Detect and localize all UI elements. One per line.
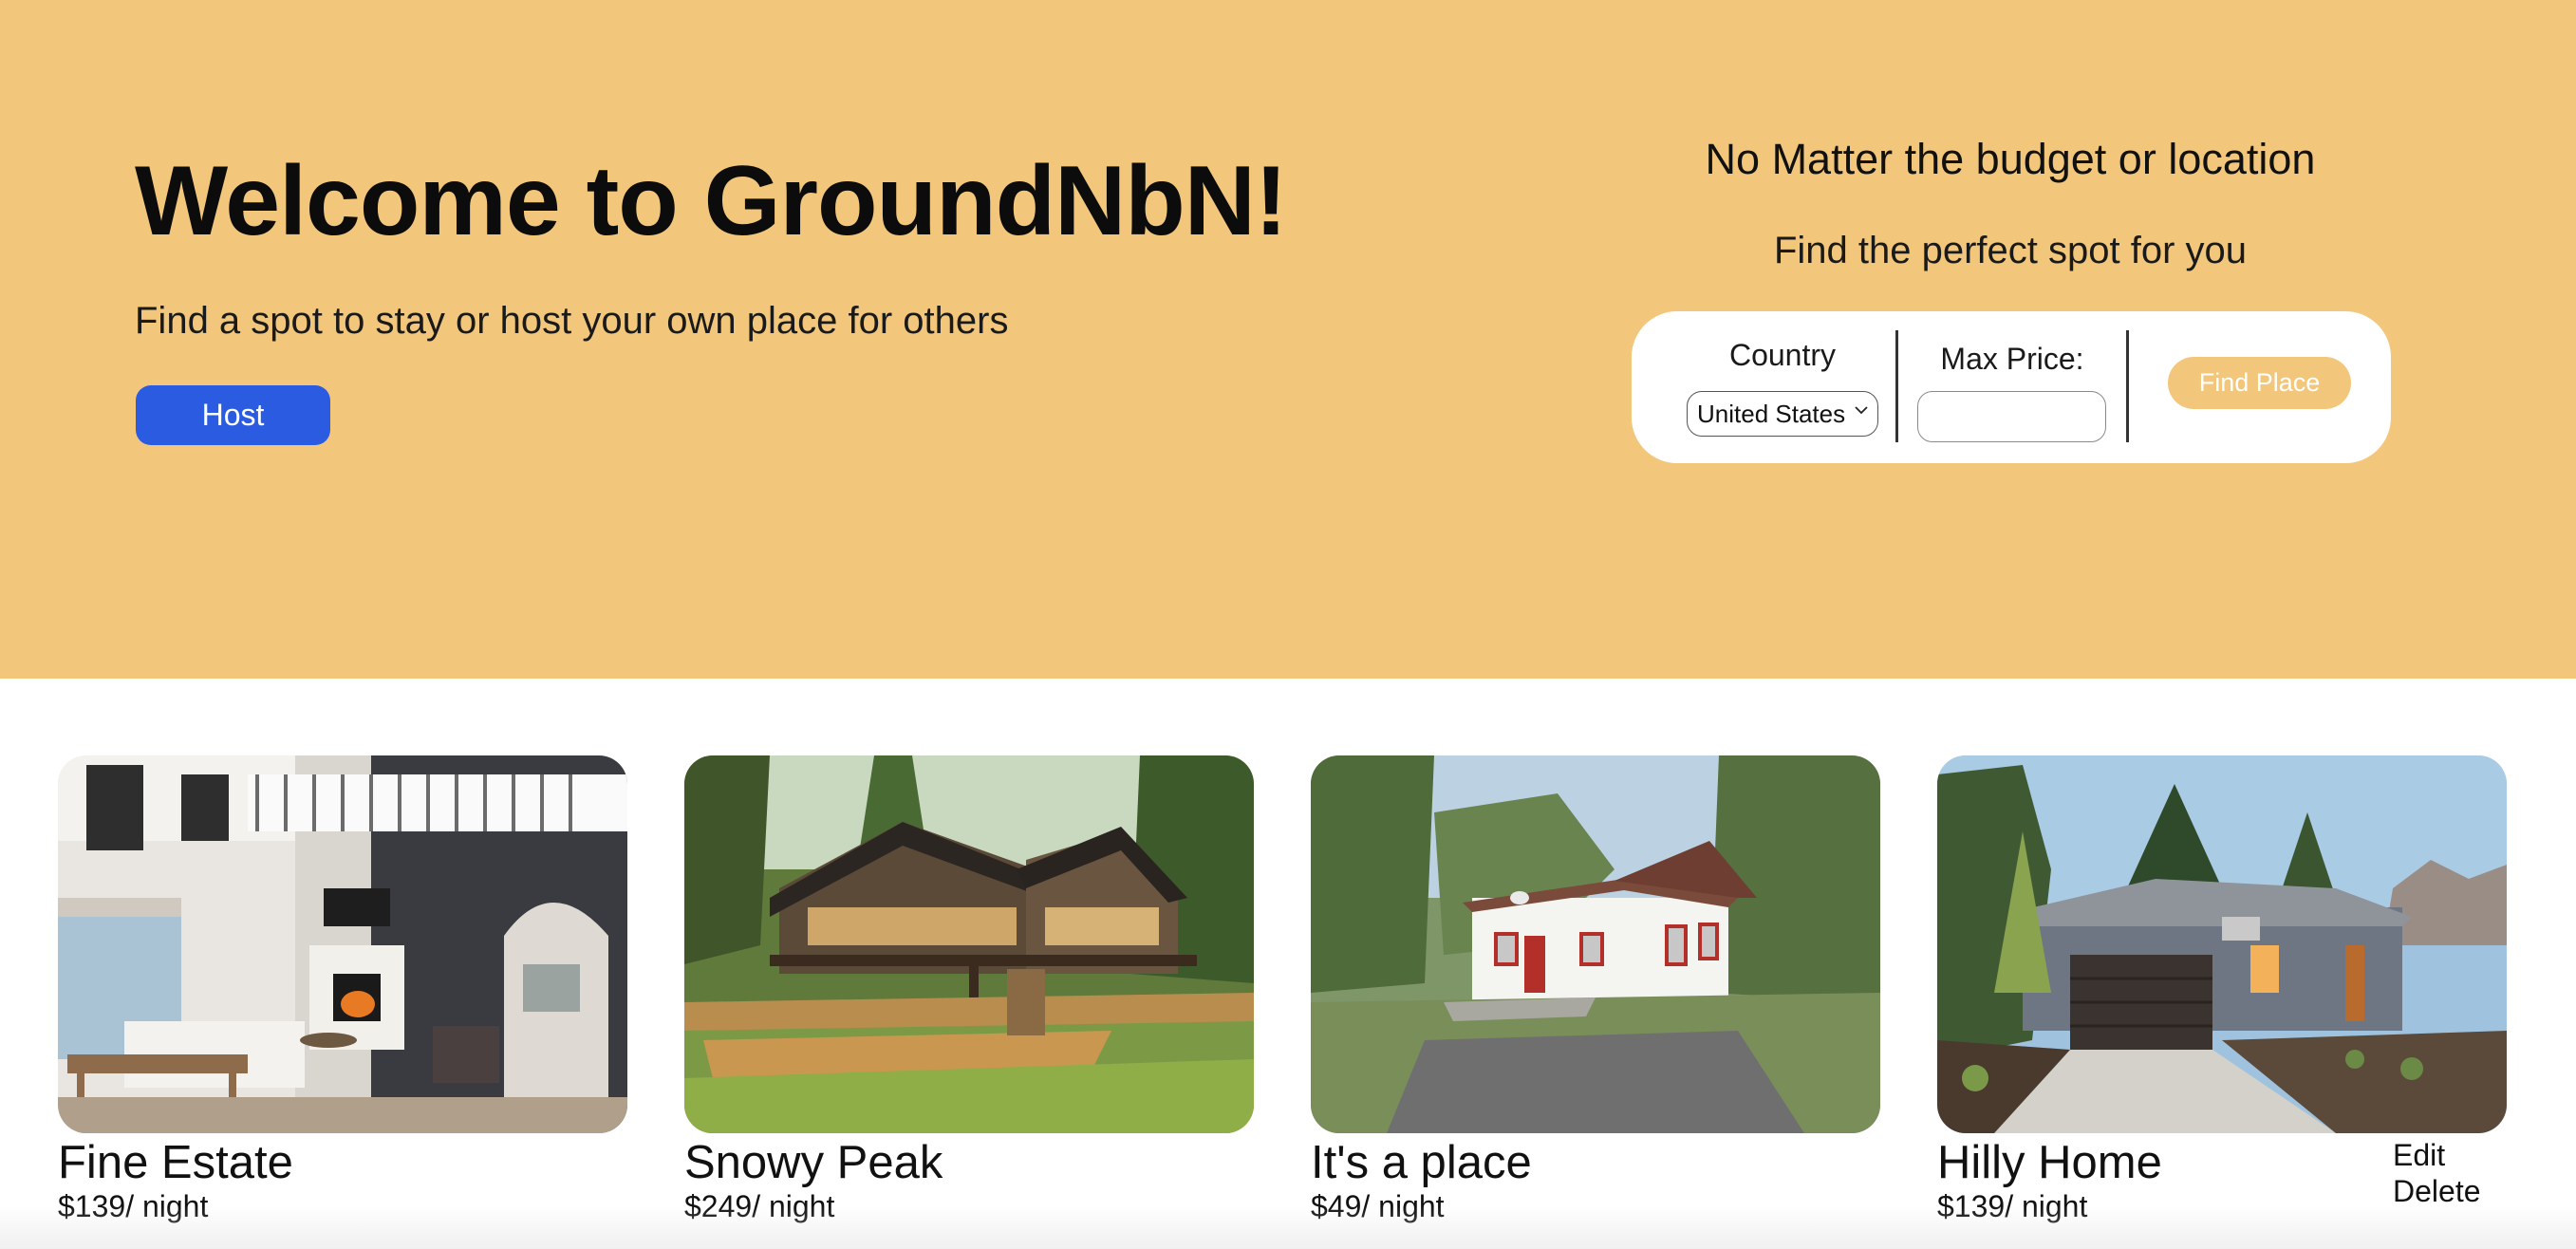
listing-card[interactable]: Snowy Peak $249/ night: [684, 755, 1254, 1223]
delete-link[interactable]: Delete: [2393, 1173, 2481, 1209]
field-divider: [2126, 330, 2129, 442]
page-title: Welcome to GroundNbN!: [135, 146, 1287, 256]
max-price-label: Max Price:: [1940, 342, 2084, 376]
country-select-value: United States: [1697, 399, 1846, 428]
hero-banner: Welcome to GroundNbN! Find a spot to sta…: [0, 0, 2576, 679]
host-button[interactable]: Host: [136, 385, 330, 445]
chevron-down-icon: [1855, 406, 1868, 415]
listing-actions: Edit Delete: [2393, 1137, 2481, 1209]
small-cabin-photo: [1311, 755, 1880, 1133]
listing-card[interactable]: It's a place $49/ night: [1311, 755, 1880, 1223]
listing-card[interactable]: Hilly Home $139/ night Edit Delete: [1937, 755, 2507, 1223]
field-divider: [1895, 330, 1898, 442]
search-panel: Country United States Max Price: Find Pl…: [1632, 311, 2391, 463]
suburban-house-photo: [1937, 755, 2507, 1133]
country-label: Country: [1728, 338, 1837, 372]
listing-price: $139/ night: [1937, 1189, 2088, 1223]
bottom-shadow: [0, 1205, 2576, 1249]
max-price-input[interactable]: [1917, 391, 2106, 442]
country-select[interactable]: United States: [1687, 391, 1878, 437]
listing-card[interactable]: Fine Estate $139/ night: [58, 755, 627, 1223]
listing-title: Hilly Home: [1937, 1137, 2162, 1188]
listing-title: Fine Estate: [58, 1137, 293, 1188]
search-heading: No Matter the budget or location: [1705, 135, 2316, 183]
listing-price: $249/ night: [684, 1189, 835, 1223]
find-place-button[interactable]: Find Place: [2168, 357, 2351, 409]
hero-subtitle: Find a spot to stay or host your own pla…: [135, 300, 1009, 342]
listing-price: $139/ night: [58, 1189, 209, 1223]
living-room-photo: [58, 755, 627, 1133]
search-tagline: Find the perfect spot for you: [1773, 230, 2248, 271]
forest-lodge-photo: [684, 755, 1254, 1133]
listing-price: $49/ night: [1311, 1189, 1445, 1223]
edit-link[interactable]: Edit: [2393, 1137, 2481, 1173]
listing-title: Snowy Peak: [684, 1137, 943, 1188]
listing-title: It's a place: [1311, 1137, 1532, 1188]
